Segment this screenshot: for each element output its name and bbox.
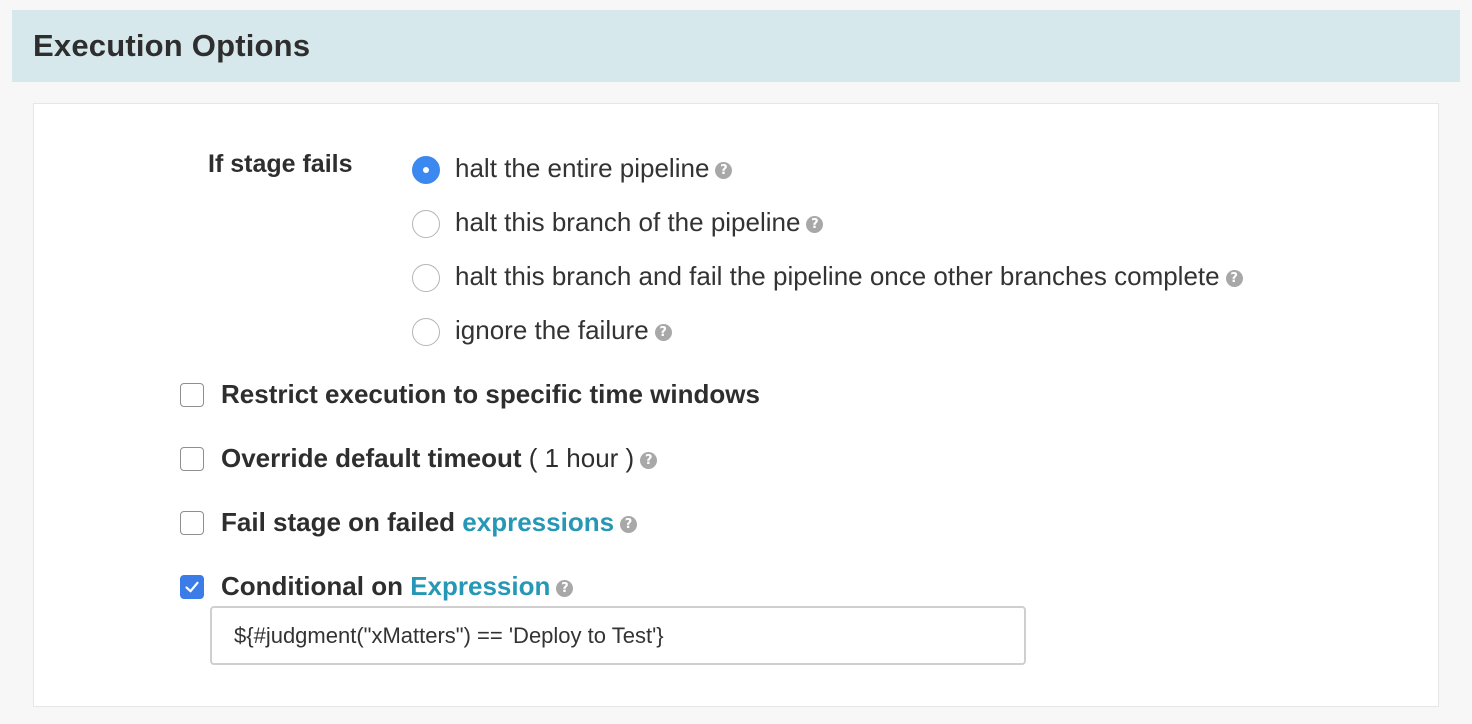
question-circle-icon[interactable]: ? <box>806 216 824 233</box>
fail-on-expressions-checkbox[interactable] <box>180 511 204 535</box>
radio-ignore-failure[interactable] <box>412 318 440 346</box>
checkmark-icon <box>185 581 199 593</box>
option-label: halt this branch of the pipeline <box>455 207 801 237</box>
option-halt-branch-fail-pipeline[interactable]: halt this branch and fail the pipeline o… <box>455 261 1243 292</box>
stage-fail-label: If stage fails <box>208 150 353 178</box>
expression-input[interactable] <box>210 606 1026 665</box>
question-circle-icon[interactable]: ? <box>654 324 672 341</box>
fail-on-expressions-label: Fail stage on failed <box>221 507 456 537</box>
section-title: Execution Options <box>33 28 311 63</box>
restrict-windows-checkbox[interactable] <box>180 383 204 407</box>
option-label: halt this branch and fail the pipeline o… <box>455 261 1220 291</box>
option-halt-branch[interactable]: halt this branch of the pipeline? <box>455 207 824 238</box>
option-label: halt the entire pipeline <box>455 153 710 183</box>
section-header: Execution Options <box>12 10 1460 82</box>
override-timeout-row[interactable]: Override default timeout ( 1 hour )? <box>221 443 658 474</box>
expressions-link[interactable]: expressions <box>462 507 614 537</box>
radio-halt-branch[interactable] <box>412 210 440 238</box>
question-circle-icon[interactable]: ? <box>556 580 574 597</box>
radio-halt-branch-fail-pipeline[interactable] <box>412 264 440 292</box>
expression-link[interactable]: Expression <box>410 571 550 601</box>
conditional-row[interactable]: Conditional on Expression? <box>221 571 574 602</box>
question-circle-icon[interactable]: ? <box>640 452 658 469</box>
option-label: ignore the failure <box>455 315 649 345</box>
question-circle-icon[interactable]: ? <box>1225 270 1243 287</box>
conditional-checkbox[interactable] <box>180 575 204 599</box>
fail-on-expressions-row[interactable]: Fail stage on failed expressions? <box>221 507 638 538</box>
timeout-value: ( 1 hour ) <box>528 443 635 473</box>
question-circle-icon[interactable]: ? <box>715 162 733 179</box>
question-circle-icon[interactable]: ? <box>620 516 638 533</box>
option-ignore-failure[interactable]: ignore the failure? <box>455 315 672 346</box>
restrict-windows-label: Restrict execution to specific time wind… <box>221 379 760 409</box>
override-timeout-label: Override default timeout <box>221 443 522 473</box>
conditional-label: Conditional on <box>221 571 403 601</box>
radio-halt-entire-pipeline[interactable] <box>412 156 440 184</box>
override-timeout-checkbox[interactable] <box>180 447 204 471</box>
restrict-windows-row[interactable]: Restrict execution to specific time wind… <box>221 379 760 410</box>
option-halt-entire-pipeline[interactable]: halt the entire pipeline? <box>455 153 733 184</box>
